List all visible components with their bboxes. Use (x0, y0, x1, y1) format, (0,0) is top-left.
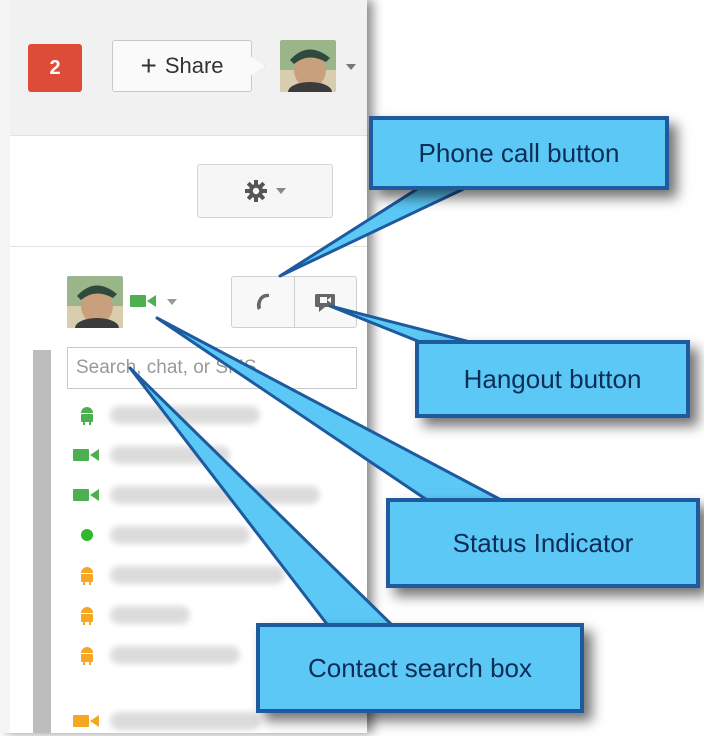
phone-call-callout: Phone call button (369, 116, 669, 190)
status-indicator-callout-label: Status Indicator (452, 527, 634, 558)
search-pointer (128, 366, 397, 630)
hangout-callout: Hangout button (415, 340, 690, 418)
phone-call-pointer (278, 182, 476, 278)
hangout-pointer (328, 304, 472, 344)
status-indicator-callout: Status Indicator (386, 498, 700, 588)
contact-search-callout: Contact search box (256, 623, 584, 713)
phone-call-callout-label: Phone call button (418, 137, 620, 168)
hangout-callout-label: Hangout button (463, 363, 642, 394)
contact-search-callout-label: Contact search box (307, 652, 532, 683)
